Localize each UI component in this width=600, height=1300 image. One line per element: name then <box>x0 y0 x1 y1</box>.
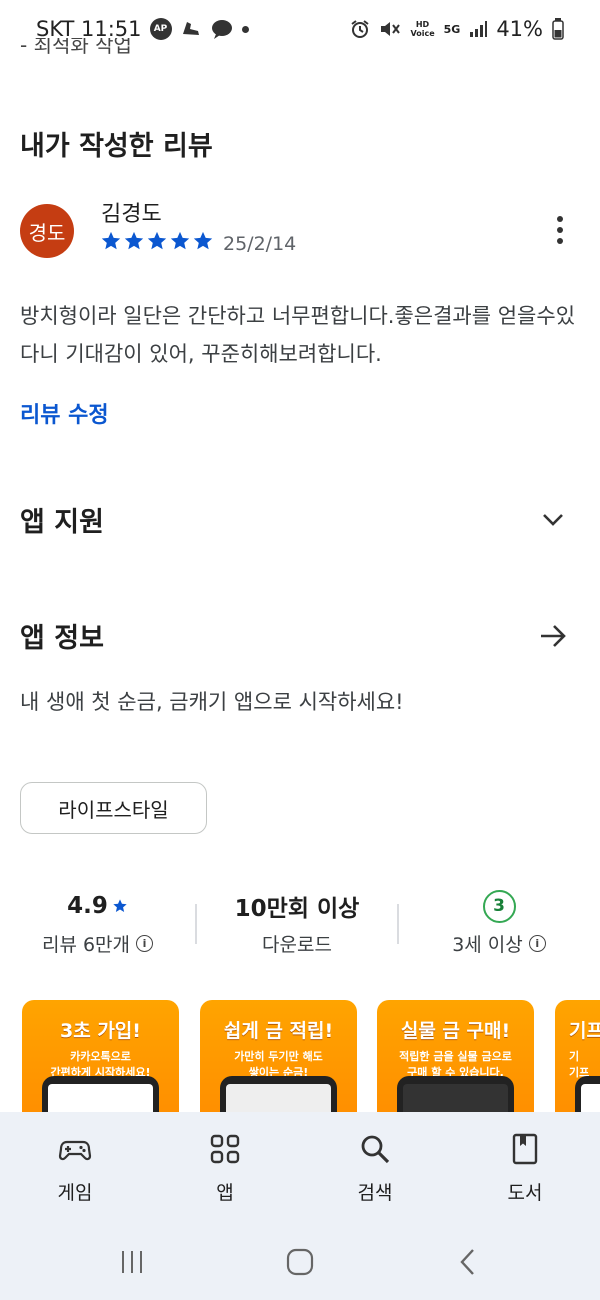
phone-mockup <box>397 1076 514 1114</box>
info-icon[interactable]: i <box>528 935 546 952</box>
screenshot-card[interactable]: 쉽게 금 적립! 가만히 두기만 해도 쌓이는 순금! <box>200 1000 357 1114</box>
mute-icon <box>379 19 401 39</box>
review-date: 25/2/14 <box>223 233 297 255</box>
screenshot-title: 3초 가입! <box>60 1020 141 1042</box>
age-rating-label: 3세 이상 <box>452 934 523 956</box>
nav-games-label: 게임 <box>57 1182 93 1204</box>
ap-notification-icon: AP <box>149 18 172 40</box>
book-icon <box>512 1133 538 1165</box>
app-description: 내 생애 첫 순금, 금캐기 앱으로 시작하세요! <box>20 690 404 714</box>
downloads-label: 다운로드 <box>262 934 332 956</box>
star-icon <box>124 231 144 250</box>
nav-apps[interactable]: 앱 <box>150 1112 300 1222</box>
hd-voice-icon: HD Voice <box>410 20 435 38</box>
nav-search-label: 검색 <box>357 1182 393 1204</box>
shoe-notification-icon <box>180 18 202 40</box>
bottom-navigation: 게임 앱 검색 도서 <box>0 1112 600 1222</box>
star-rating <box>100 230 214 252</box>
my-review-heading: 내가 작성한 리뷰 <box>20 131 213 162</box>
rating-stat[interactable]: 4.9 리뷰 6만개 i <box>0 888 195 957</box>
screenshot-card[interactable]: 3초 가입! 카카오톡으로 간편하게 시작하세요! <box>22 1000 179 1114</box>
avatar: 경도 <box>20 204 74 258</box>
screenshot-title: 실물 금 구매! <box>400 1020 511 1042</box>
battery-percent: 41% <box>496 17 543 41</box>
recent-apps-button[interactable] <box>112 1242 152 1282</box>
app-support-heading[interactable]: 앱 지원 <box>20 500 104 539</box>
screenshot-carousel[interactable]: 3초 가입! 카카오톡으로 간편하게 시작하세요! 쉽게 금 적립! 가만히 두… <box>0 1000 600 1114</box>
category-chip[interactable]: 라이프스타일 <box>20 782 207 834</box>
app-info-heading[interactable]: 앱 정보 <box>20 616 104 655</box>
search-icon <box>361 1135 390 1164</box>
phone-mockup <box>220 1076 337 1114</box>
age-rating-stat[interactable]: 3 3세 이상 i <box>399 888 599 957</box>
gamepad-icon <box>58 1140 92 1161</box>
review-text: 방치형이라 일단은 간단하고 너무편합니다.좋은결과를 얻을수있다니 기대감이 … <box>20 304 576 366</box>
phone-mockup <box>42 1076 159 1114</box>
system-navigation-bar <box>0 1222 600 1300</box>
star-icon <box>147 231 167 250</box>
rating-value: 4.9 <box>67 893 108 919</box>
edit-review-link[interactable]: 리뷰 수정 <box>20 397 109 429</box>
nav-search[interactable]: 검색 <box>300 1112 450 1222</box>
star-icon <box>113 899 127 912</box>
star-icon <box>101 231 121 250</box>
apps-grid-icon <box>210 1134 240 1164</box>
info-icon[interactable]: i <box>136 935 154 952</box>
reviews-count: 리뷰 6만개 <box>41 934 131 956</box>
nav-apps-label: 앱 <box>216 1182 234 1204</box>
star-icon <box>170 231 190 250</box>
age-rating-badge: 3 <box>482 889 516 923</box>
back-button[interactable] <box>448 1242 488 1282</box>
alarm-icon <box>350 19 370 39</box>
screenshot-card[interactable]: 실물 금 구매! 적립한 금을 실물 금으로 구매 할 수 있습니다. <box>377 1000 534 1114</box>
nav-books-label: 도서 <box>507 1182 543 1204</box>
more-notifications-dot <box>241 25 249 33</box>
back-icon <box>460 1249 474 1275</box>
more-options-button[interactable] <box>547 210 573 250</box>
battery-icon <box>552 18 564 40</box>
clipped-text: - 최적화 작업 <box>20 38 132 57</box>
app-stats: 4.9 리뷰 6만개 i 10만회 이상 다운로드 3 3세 이상 i <box>0 888 600 968</box>
phone-mockup <box>575 1076 600 1114</box>
screenshot-title: 쉽게 금 적립! <box>223 1020 334 1042</box>
home-button[interactable] <box>280 1242 320 1282</box>
screenshot-card[interactable]: 기프 기 기프 <box>555 1000 600 1114</box>
chat-notification-icon <box>210 18 234 40</box>
more-vert-icon <box>557 216 563 222</box>
network-5g-icon: 5G <box>443 22 461 36</box>
nav-games[interactable]: 게임 <box>0 1112 150 1222</box>
reviewer-name: 김경도 <box>101 202 162 227</box>
downloads-value: 10만회 이상 <box>234 896 360 922</box>
downloads-stat: 10만회 이상 다운로드 <box>197 888 397 957</box>
chevron-down-icon[interactable] <box>538 504 568 534</box>
home-icon <box>286 1248 314 1276</box>
screenshot-title: 기프 <box>569 1020 600 1042</box>
star-icon <box>193 231 213 250</box>
arrow-right-icon[interactable] <box>538 621 568 651</box>
nav-books[interactable]: 도서 <box>450 1112 600 1222</box>
signal-icon <box>469 20 488 38</box>
recent-apps-icon <box>122 1251 142 1273</box>
